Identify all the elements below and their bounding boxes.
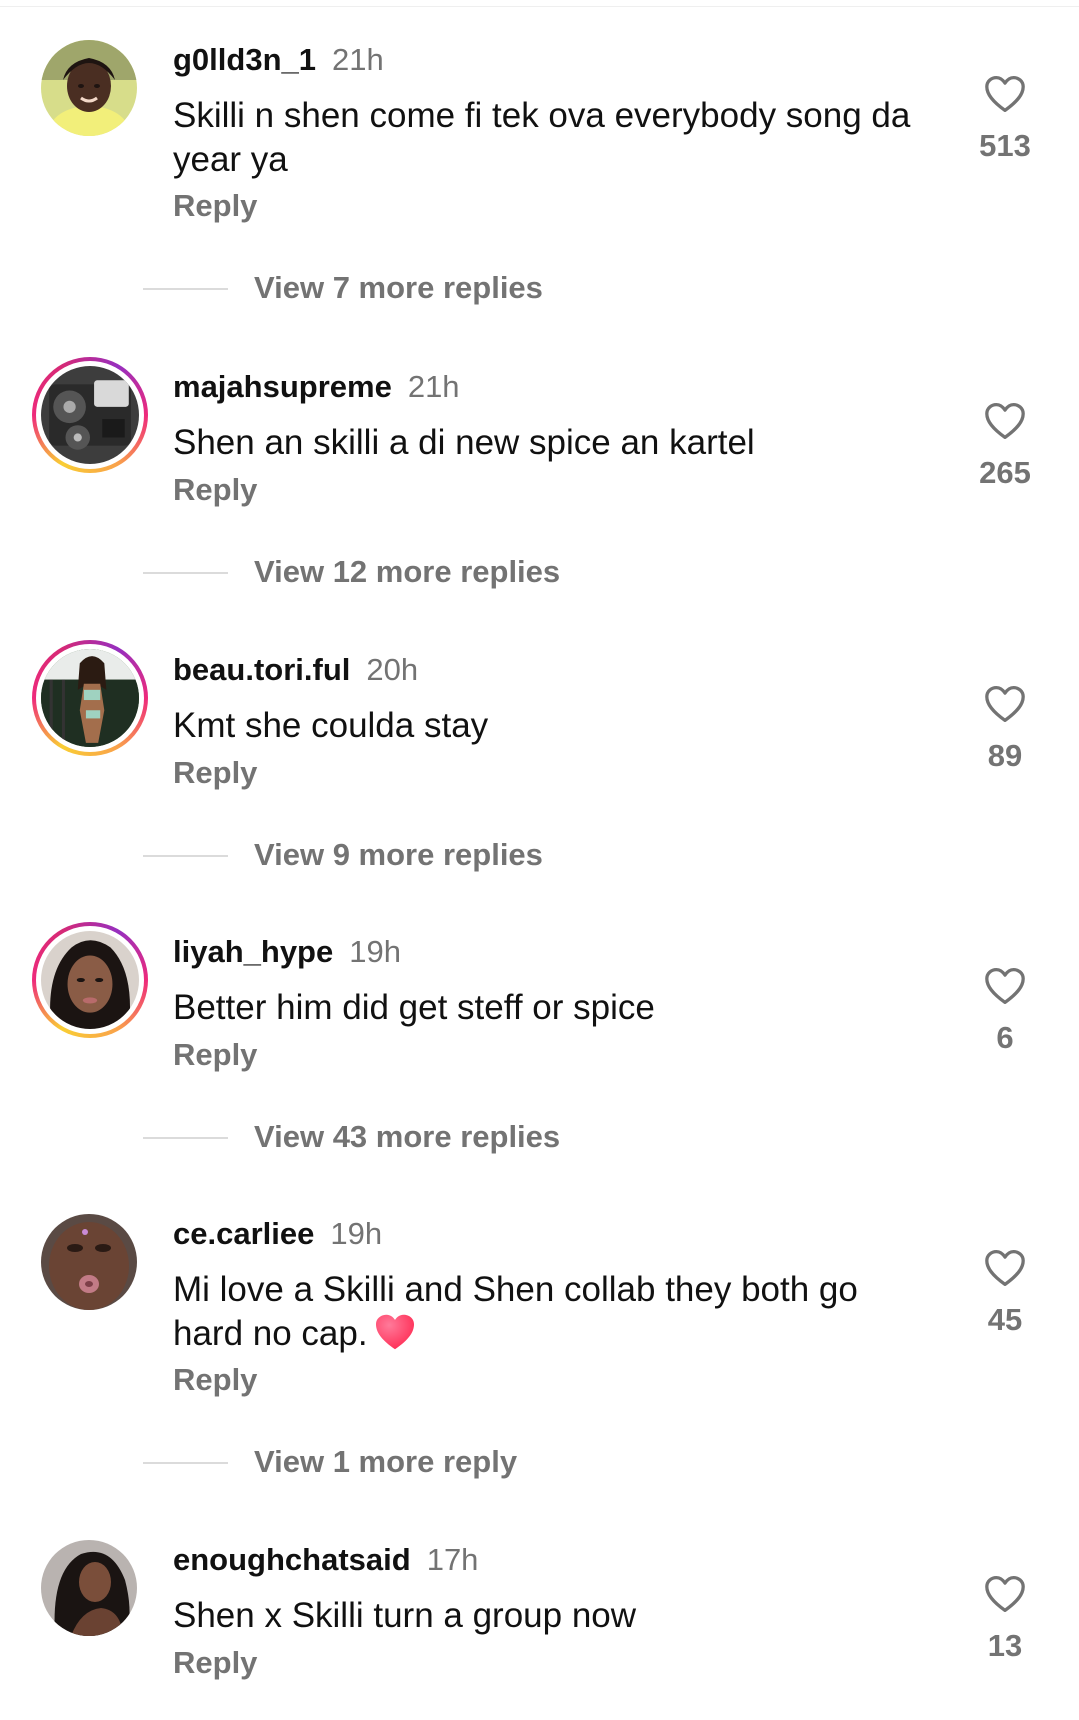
username-link[interactable]: g0lld3n_1 — [173, 42, 316, 77]
replies-divider — [143, 1462, 228, 1464]
comment-header: majahsupreme 21h — [173, 367, 460, 407]
timestamp: 17h — [426, 1542, 479, 1577]
view-replies-label: View 43 more replies — [254, 1119, 561, 1154]
reply-button[interactable]: Reply — [173, 1035, 257, 1075]
username-link[interactable]: liyah_hype — [173, 934, 333, 969]
comment-header: beau.tori.ful 20h — [173, 650, 418, 690]
replies-divider — [143, 1137, 228, 1139]
timestamp: 19h — [330, 1216, 383, 1251]
reply-button[interactable]: Reply — [173, 186, 257, 226]
profile-photo-icon — [41, 649, 139, 747]
profile-photo-icon — [41, 40, 137, 136]
timestamp: 19h — [349, 934, 401, 969]
view-replies-label: View 1 more reply — [254, 1444, 518, 1479]
avatar[interactable] — [41, 40, 137, 136]
timestamp: 21h — [332, 42, 384, 77]
avatar[interactable] — [32, 640, 148, 756]
like-count: 89 — [987, 738, 1023, 773]
comment-text: Shen an skilli a di new spice an kartel — [173, 423, 755, 462]
reply-button[interactable]: Reply — [173, 470, 257, 510]
top-divider — [0, 0, 1079, 7]
avatar[interactable] — [32, 922, 148, 1038]
comment-header: enoughchatsaid 17h — [173, 1540, 478, 1580]
comment-text: Better him did get steff or spice — [173, 988, 655, 1027]
view-replies-label: View 7 more replies — [254, 270, 543, 305]
profile-photo-icon — [41, 1214, 137, 1310]
username-link[interactable]: ce.carliee — [173, 1216, 314, 1251]
heart-outline-icon[interactable] — [983, 1248, 1027, 1288]
username-link[interactable]: majahsupreme — [173, 369, 392, 404]
profile-photo-icon — [41, 931, 139, 1029]
comment-text: Kmt she coulda stay — [173, 706, 489, 745]
replies-divider — [143, 288, 228, 290]
dj-controller-icon — [41, 366, 139, 464]
like-area: 513 — [960, 74, 1050, 164]
like-count: 265 — [979, 455, 1031, 490]
like-count: 13 — [987, 1628, 1023, 1663]
comment-text: Skilli n shen come fi tek ova everybody … — [173, 96, 911, 179]
reply-button[interactable]: Reply — [173, 1360, 257, 1400]
like-count: 6 — [996, 1020, 1014, 1055]
timestamp: 20h — [366, 652, 419, 687]
like-area: 265 — [960, 401, 1050, 491]
heart-outline-icon[interactable] — [983, 684, 1027, 724]
view-replies-label: View 12 more replies — [254, 554, 561, 589]
replies-divider — [143, 572, 228, 574]
heart-outline-icon[interactable] — [983, 74, 1027, 114]
comment-header: liyah_hype 19h — [173, 932, 401, 972]
like-count: 45 — [987, 1302, 1023, 1337]
reply-button[interactable]: Reply — [173, 753, 257, 793]
avatar[interactable] — [41, 1214, 137, 1310]
view-replies-label: View 9 more replies — [254, 837, 543, 872]
comment-header: g0lld3n_1 21h — [173, 40, 384, 80]
comment-text: Shen x Skilli turn a group now — [173, 1596, 637, 1635]
timestamp: 21h — [407, 369, 460, 404]
like-area: 13 — [960, 1574, 1050, 1664]
heart-outline-icon[interactable] — [983, 966, 1027, 1006]
username-link[interactable]: beau.tori.ful — [173, 652, 350, 687]
like-count: 513 — [979, 128, 1031, 163]
avatar[interactable] — [32, 357, 148, 473]
heart-outline-icon[interactable] — [983, 401, 1027, 441]
like-area: 6 — [960, 966, 1050, 1056]
heart-outline-icon[interactable] — [983, 1574, 1027, 1614]
reply-button[interactable]: Reply — [173, 1643, 257, 1683]
profile-photo-icon — [41, 1540, 137, 1636]
comment-text-body: Mi love a Skilli and Shen collab they bo… — [173, 1270, 858, 1353]
username-link[interactable]: enoughchatsaid — [173, 1542, 411, 1577]
avatar[interactable] — [41, 1540, 137, 1636]
replies-divider — [143, 855, 228, 857]
red-heart-emoji-icon — [375, 1314, 414, 1350]
like-area: 89 — [960, 684, 1050, 774]
comment-header: ce.carliee 19h — [173, 1214, 382, 1254]
like-area: 45 — [960, 1248, 1050, 1338]
comment-text: Mi love a Skilli and Shen collab they bo… — [173, 1268, 913, 1356]
